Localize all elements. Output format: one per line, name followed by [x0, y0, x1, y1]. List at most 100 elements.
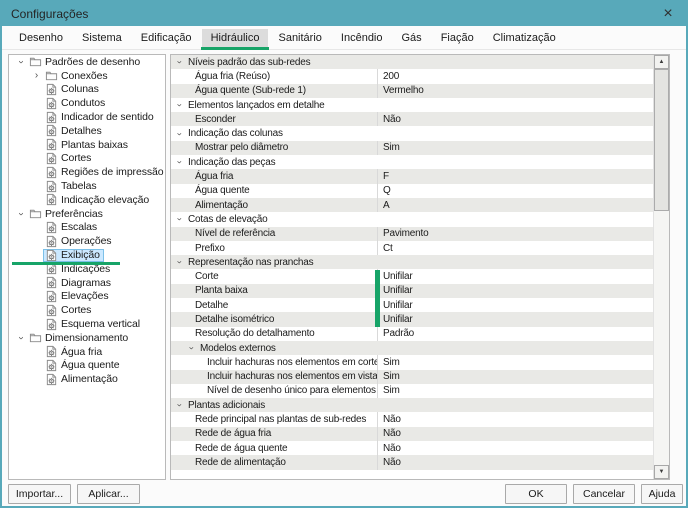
property-row[interactable]: Água fria (Reúso)200 [171, 69, 653, 83]
property-row[interactable]: Incluir hachuras nos elementos em corteS… [171, 355, 653, 369]
chevron-down-icon[interactable]: › [175, 399, 185, 411]
chevron-down-icon[interactable]: › [175, 128, 185, 140]
property-row[interactable]: Água quenteQ [171, 184, 653, 198]
ok-button[interactable]: OK [505, 484, 567, 504]
ajuda-button[interactable]: Ajuda [641, 484, 683, 504]
property-value[interactable]: Pavimento [378, 228, 653, 239]
chevron-down-icon[interactable]: › [175, 56, 185, 68]
property-value[interactable]: Sim [378, 385, 653, 396]
chevron-down-icon[interactable]: › [187, 342, 197, 354]
close-icon[interactable]: × [659, 6, 677, 22]
category-row[interactable]: ›Plantas adicionais [171, 398, 653, 412]
property-value[interactable]: Q [378, 185, 653, 196]
tree-item-diagramas[interactable]: Diagramas [9, 276, 165, 290]
tree-item-operacoes[interactable]: Operações [9, 234, 165, 248]
tab-fiacao[interactable]: Fiação [432, 29, 483, 47]
property-value[interactable]: Unifilar [378, 285, 653, 296]
category-row[interactable]: ›Indicação das peças [171, 155, 653, 169]
scrollbar-thumb[interactable] [654, 69, 669, 211]
property-row[interactable]: Detalhe isométricoUnifilar [171, 312, 653, 326]
tree-item-regioes-de-impressao[interactable]: Regiões de impressão [9, 165, 165, 179]
property-row[interactable]: Nível de desenho único para elementos ..… [171, 384, 653, 398]
property-value[interactable]: Padrão [378, 328, 653, 339]
tree-item-indicador-de-sentido[interactable]: Indicador de sentido [9, 110, 165, 124]
vertical-scrollbar[interactable]: ▲ ▼ [653, 55, 669, 479]
chevron-down-icon[interactable]: › [15, 331, 27, 344]
tree-item-escalas[interactable]: Escalas [9, 221, 165, 235]
aplicar-button[interactable]: Aplicar... [77, 484, 140, 504]
category-row[interactable]: ›Níveis padrão das sub-redes [171, 55, 653, 69]
category-row[interactable]: ›Representação nas pranchas [171, 255, 653, 269]
tree-item-indicacao-elevacao[interactable]: Indicação elevação [9, 193, 165, 207]
property-row[interactable]: CorteUnifilar [171, 269, 653, 283]
property-value[interactable]: Sim [378, 371, 653, 382]
property-row[interactable]: Rede de água friaNão [171, 427, 653, 441]
property-value[interactable]: Não [378, 428, 653, 439]
tree-item-colunas[interactable]: Colunas [9, 83, 165, 97]
property-row[interactable]: Rede de alimentaçãoNão [171, 455, 653, 469]
tab-desenho[interactable]: Desenho [10, 29, 72, 47]
tree-item-dimensionamento[interactable]: ›Dimensionamento [9, 331, 165, 345]
tree-item-agua-fria[interactable]: Água fria [9, 345, 165, 359]
tab-sanitario[interactable]: Sanitário [269, 29, 330, 47]
tree-item-condutos[interactable]: Condutos [9, 96, 165, 110]
property-row[interactable]: Incluir hachuras nos elementos em vistaS… [171, 370, 653, 384]
category-row[interactable]: ›Elementos lançados em detalhe [171, 98, 653, 112]
property-value[interactable]: Não [378, 414, 653, 425]
tab-incendio[interactable]: Incêndio [332, 29, 392, 47]
tab-gas[interactable]: Gás [393, 29, 431, 47]
tree-item-tabelas[interactable]: Tabelas [9, 179, 165, 193]
tree-item-conexoes[interactable]: ›Conexões [9, 69, 165, 83]
property-value[interactable]: F [378, 171, 653, 182]
tree-item-alimentacao[interactable]: Alimentação [9, 372, 165, 386]
importar-button[interactable]: Importar... [8, 484, 71, 504]
property-value[interactable]: Unifilar [378, 271, 653, 282]
tab-hidraulico[interactable]: Hidráulico [202, 29, 269, 47]
tab-climatizacao[interactable]: Climatização [484, 29, 565, 47]
tab-sistema[interactable]: Sistema [73, 29, 131, 47]
tree-item-plantas-baixas[interactable]: Plantas baixas [9, 138, 165, 152]
property-row[interactable]: Resolução do detalhamentoPadrão [171, 327, 653, 341]
property-row[interactable]: Planta baixaUnifilar [171, 284, 653, 298]
tree-item-preferencias[interactable]: ›Preferências [9, 207, 165, 221]
chevron-right-icon[interactable]: › [30, 70, 43, 82]
tree-item-agua-quente[interactable]: Água quente [9, 359, 165, 373]
property-row[interactable]: PrefixoCt [171, 241, 653, 255]
tree-item-padroes-de-desenho[interactable]: ›Padrões de desenho [9, 55, 165, 69]
scroll-up-button[interactable]: ▲ [654, 55, 669, 69]
property-value[interactable]: Unifilar [378, 314, 653, 325]
tree-item-exibicao[interactable]: Exibição [9, 248, 165, 262]
property-row[interactable]: Rede de água quenteNão [171, 441, 653, 455]
scroll-down-button[interactable]: ▼ [654, 465, 669, 479]
property-value[interactable]: Unifilar [378, 300, 653, 311]
chevron-down-icon[interactable]: › [175, 99, 185, 111]
tab-edificacao[interactable]: Edificação [132, 29, 201, 47]
chevron-down-icon[interactable]: › [175, 256, 185, 268]
titlebar[interactable]: Configurações × [2, 2, 686, 26]
property-value[interactable]: Sim [378, 357, 653, 368]
cancelar-button[interactable]: Cancelar [573, 484, 635, 504]
chevron-down-icon[interactable]: › [15, 55, 27, 68]
chevron-down-icon[interactable]: › [175, 156, 185, 168]
property-row[interactable]: Água quente (Sub-rede 1)Vermelho [171, 84, 653, 98]
tree-item-esquema-vertical[interactable]: Esquema vertical [9, 317, 165, 331]
property-row[interactable]: EsconderNão [171, 112, 653, 126]
property-row[interactable]: Mostrar pelo diâmetroSim [171, 141, 653, 155]
tree-item-detalhes[interactable]: Detalhes [9, 124, 165, 138]
tree-item-cortes[interactable]: Cortes [9, 152, 165, 166]
tree-item-elevacoes[interactable]: Elevações [9, 290, 165, 304]
property-value[interactable]: Não [378, 114, 653, 125]
property-value[interactable]: 200 [378, 71, 653, 82]
chevron-down-icon[interactable]: › [15, 207, 27, 220]
property-value[interactable]: A [378, 200, 653, 211]
property-row[interactable]: Nível de referênciaPavimento [171, 227, 653, 241]
property-value[interactable]: Não [378, 443, 653, 454]
property-row[interactable]: AlimentaçãoA [171, 198, 653, 212]
property-row[interactable]: Água friaF [171, 169, 653, 183]
property-value[interactable]: Não [378, 457, 653, 468]
property-row[interactable]: DetalheUnifilar [171, 298, 653, 312]
property-value[interactable]: Vermelho [378, 85, 653, 96]
category-row[interactable]: ›Modelos externos [171, 341, 653, 355]
chevron-down-icon[interactable]: › [175, 213, 185, 225]
property-value[interactable]: Ct [378, 243, 653, 254]
